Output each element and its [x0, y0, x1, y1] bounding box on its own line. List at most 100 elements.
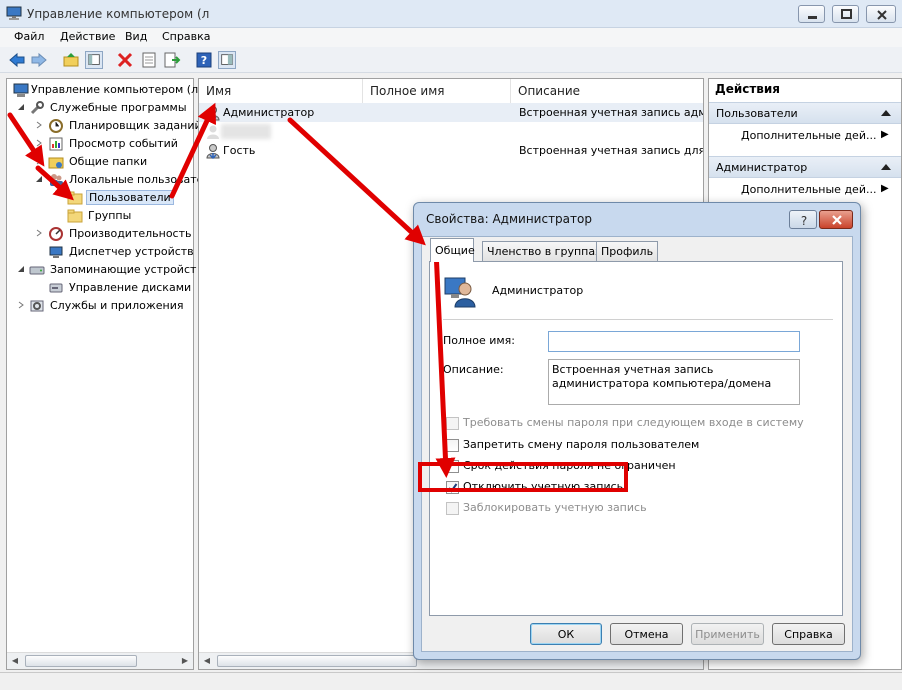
tree-label: Службы и приложения — [50, 299, 184, 312]
event-viewer-icon — [49, 137, 63, 151]
dialog-title: Свойства: Администратор — [426, 212, 592, 226]
collapsed-arrow-icon[interactable] — [35, 121, 43, 129]
scrollbar-thumb[interactable] — [217, 655, 417, 667]
list-row-blurred[interactable] — [199, 122, 703, 141]
tree-label: Локальные пользователи — [69, 173, 218, 186]
properties-icon[interactable] — [140, 51, 158, 69]
action-label: Дополнительные дей... — [741, 129, 877, 142]
checkbox-label: Заблокировать учетную запись — [463, 501, 647, 514]
show-hide-tree-icon[interactable] — [85, 51, 103, 69]
forward-arrow-icon[interactable] — [30, 51, 48, 69]
description-field[interactable]: Встроенная учетная запись администратора… — [548, 359, 800, 405]
local-users-icon — [50, 174, 63, 186]
scroll-left-icon[interactable]: ◀ — [7, 653, 23, 669]
list-cell-name: Гость — [223, 144, 256, 157]
folder-icon — [67, 191, 83, 205]
action-more-users[interactable]: Дополнительные дей... — [741, 129, 893, 147]
checkbox[interactable] — [446, 439, 459, 452]
task-scheduler-icon — [49, 119, 63, 133]
minimize-button[interactable] — [798, 5, 825, 23]
expanded-arrow-icon[interactable] — [35, 175, 43, 183]
menu-view[interactable]: Вид — [125, 30, 147, 43]
performance-icon — [49, 227, 63, 241]
svg-text:?: ? — [801, 214, 807, 228]
checkbox[interactable] — [446, 417, 459, 430]
export-icon[interactable] — [163, 51, 181, 69]
action-label: Дополнительные дей... — [741, 183, 877, 196]
column-header-full-name[interactable]: Полное имя — [363, 79, 511, 103]
tree-horizontal-scrollbar[interactable]: ◀ ▶ — [7, 652, 193, 669]
tree-label: Планировщик заданий — [69, 119, 202, 132]
folder-icon — [67, 209, 83, 223]
up-folder-icon[interactable] — [62, 51, 80, 69]
scroll-left-icon[interactable]: ◀ — [199, 653, 215, 669]
cancel-button[interactable]: Отмена — [610, 623, 683, 645]
tree-label: Просмотр событий — [69, 137, 178, 150]
full-name-label: Полное имя: — [443, 334, 515, 347]
close-button[interactable] — [866, 5, 896, 23]
list-cell-name: Администратор — [223, 106, 315, 119]
actions-section-administrator[interactable]: Администратор — [709, 156, 901, 178]
svg-text:?: ? — [201, 54, 207, 67]
tab-group-membership[interactable]: Членство в группах — [482, 241, 607, 261]
menu-help[interactable]: Справка — [162, 30, 210, 43]
help-button[interactable]: Справка — [772, 623, 845, 645]
menu-action[interactable]: Действие — [60, 30, 115, 43]
collapsed-arrow-icon[interactable] — [35, 139, 43, 147]
user-icon — [206, 144, 220, 159]
expanded-arrow-icon[interactable] — [17, 103, 25, 111]
maximize-button[interactable] — [832, 5, 859, 23]
user-icon — [206, 106, 220, 121]
separator — [443, 319, 833, 320]
delete-icon[interactable] — [116, 51, 134, 69]
show-hide-action-pane-icon[interactable] — [218, 51, 236, 69]
column-header-description[interactable]: Описание — [511, 79, 703, 103]
help-icon[interactable]: ? — [195, 51, 213, 69]
computer-management-icon — [6, 6, 22, 20]
scrollbar-thumb[interactable] — [25, 655, 137, 667]
checkbox[interactable] — [446, 502, 459, 515]
collapsed-arrow-icon[interactable] — [35, 157, 43, 165]
collapsed-arrow-icon[interactable] — [17, 301, 25, 309]
column-header-name[interactable]: Имя — [199, 79, 363, 103]
checkbox-label: Требовать смены пароля при следующем вхо… — [463, 416, 804, 429]
submenu-arrow-icon: ▶ — [881, 129, 889, 140]
dialog-body: Общие Членство в группах Профиль Админис… — [421, 236, 853, 652]
tab-profile[interactable]: Профиль — [596, 241, 659, 261]
collapse-up-icon[interactable] — [881, 164, 891, 170]
expanded-arrow-icon[interactable] — [17, 265, 25, 273]
actions-section-title: Пользователи — [716, 107, 798, 120]
console-tree: Управление компьютером (л Служебные прог… — [6, 78, 218, 670]
collapse-up-icon[interactable] — [881, 110, 891, 116]
submenu-arrow-icon: ▶ — [881, 183, 889, 194]
menu-file[interactable]: Файл — [14, 30, 44, 43]
computer-management-icon — [13, 83, 29, 97]
dialog-close-button[interactable] — [819, 210, 853, 229]
scroll-right-icon[interactable]: ▶ — [177, 653, 193, 669]
window-title: Управление компьютером (л — [27, 7, 210, 21]
action-more-administrator[interactable]: Дополнительные дей... — [741, 183, 893, 201]
blurred-name — [221, 124, 271, 139]
list-row-guest[interactable]: Гость Встроенная учетная запись для ... — [199, 141, 703, 160]
services-icon — [30, 300, 44, 312]
collapsed-arrow-icon[interactable] — [35, 229, 43, 237]
menu-bar: Файл Действие Вид Справка — [0, 28, 902, 47]
tree-label: Производительность — [69, 227, 192, 240]
list-cell-description: Встроенная учетная запись адм... — [519, 106, 703, 119]
account-name: Администратор — [492, 284, 584, 297]
list-row-administrator[interactable]: Администратор Встроенная учетная запись … — [199, 103, 703, 122]
highlight-box — [418, 462, 628, 492]
dialog-help-button[interactable]: ? — [789, 210, 817, 229]
disk-management-icon — [49, 283, 63, 293]
ok-button[interactable]: ОК — [530, 623, 602, 645]
tree-label: Запоминающие устройст — [50, 263, 197, 276]
title-bar: Управление компьютером (л — [0, 0, 902, 28]
tree-label: Пользователи — [86, 190, 174, 205]
tab-general[interactable]: Общие — [430, 238, 475, 262]
actions-section-users[interactable]: Пользователи — [709, 102, 901, 124]
user-account-icon — [444, 277, 476, 308]
actions-section-title: Администратор — [716, 161, 808, 174]
full-name-field[interactable] — [548, 331, 800, 352]
apply-button[interactable]: Применить — [691, 623, 764, 645]
back-arrow-icon[interactable] — [8, 51, 26, 69]
